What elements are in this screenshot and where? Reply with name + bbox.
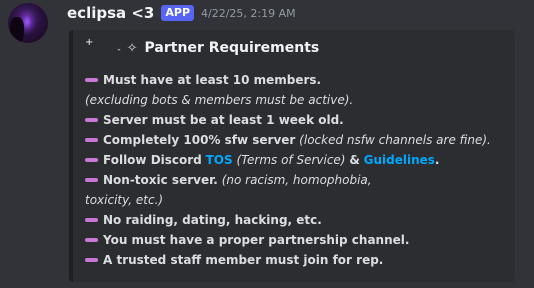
- embed-title-row: + - ✧ Partner Requirements: [85, 36, 320, 57]
- user-avatar[interactable]: [8, 3, 48, 43]
- requirement-text: Follow Discord: [103, 153, 202, 167]
- list-item: Follow Discord TOS (Terms of Service) & …: [85, 150, 515, 170]
- embed-title: Partner Requirements: [144, 40, 320, 56]
- sparkle-dash: -: [117, 45, 121, 55]
- app-badge: APP: [161, 5, 195, 21]
- bullet-dash: [85, 158, 98, 162]
- requirement-note: toxicity, etc.): [85, 193, 164, 207]
- requirements-list: Must have at least 10 members. (excludin…: [85, 70, 515, 270]
- bullet-dash: [85, 218, 98, 222]
- bullet-dash: [85, 138, 98, 142]
- bullet-dash: [85, 238, 98, 242]
- requirement-note: (excluding bots & members must be active…: [85, 93, 354, 107]
- bullet-dash: [85, 118, 98, 122]
- sparkle-star-icon: ✧: [126, 40, 138, 56]
- embed-card: + - ✧ Partner Requirements Must have at …: [69, 30, 515, 282]
- requirement-note: (no racism, homophobia,: [221, 173, 372, 187]
- message-header: eclipsa <3 APP 4/22/25, 2:19 AM: [67, 4, 296, 22]
- list-item: toxicity, etc.): [85, 190, 515, 210]
- requirement-text: You must have a proper partnership chann…: [103, 233, 410, 247]
- period: .: [434, 153, 440, 167]
- ampersand: &: [349, 153, 360, 167]
- requirement-text: Non-toxic server.: [103, 173, 218, 187]
- list-item: A trusted staff member must join for rep…: [85, 250, 515, 270]
- tos-link[interactable]: TOS: [206, 150, 233, 170]
- requirement-note: (locked nsfw channels are fine).: [299, 133, 491, 147]
- avatar-silhouette: [10, 17, 24, 43]
- bullet-dash: [85, 78, 98, 82]
- tos-note: (Terms of Service): [236, 153, 346, 167]
- list-item: Completely 100% sfw server (locked nsfw …: [85, 130, 515, 150]
- list-item: (excluding bots & members must be active…: [85, 90, 515, 110]
- requirement-text: No raiding, dating, hacking, etc.: [103, 213, 322, 227]
- bullet-dash: [85, 258, 98, 262]
- sparkle-plus: +: [85, 36, 94, 48]
- requirement-text: Server must be at least 1 week old.: [103, 113, 344, 127]
- requirement-text: A trusted staff member must join for rep…: [103, 253, 384, 267]
- list-item: You must have a proper partnership chann…: [85, 230, 515, 250]
- guidelines-link[interactable]: Guidelines: [364, 150, 435, 170]
- requirement-text: Completely 100% sfw server: [103, 133, 296, 147]
- list-item: Must have at least 10 members.: [85, 70, 515, 90]
- list-item: No raiding, dating, hacking, etc.: [85, 210, 515, 230]
- list-item: Non-toxic server. (no racism, homophobia…: [85, 170, 515, 190]
- username[interactable]: eclipsa <3: [67, 4, 154, 22]
- list-item: Server must be at least 1 week old.: [85, 110, 515, 130]
- timestamp[interactable]: 4/22/25, 2:19 AM: [201, 7, 296, 20]
- bullet-dash: [85, 178, 98, 182]
- requirement-text: Must have at least 10 members.: [103, 73, 322, 87]
